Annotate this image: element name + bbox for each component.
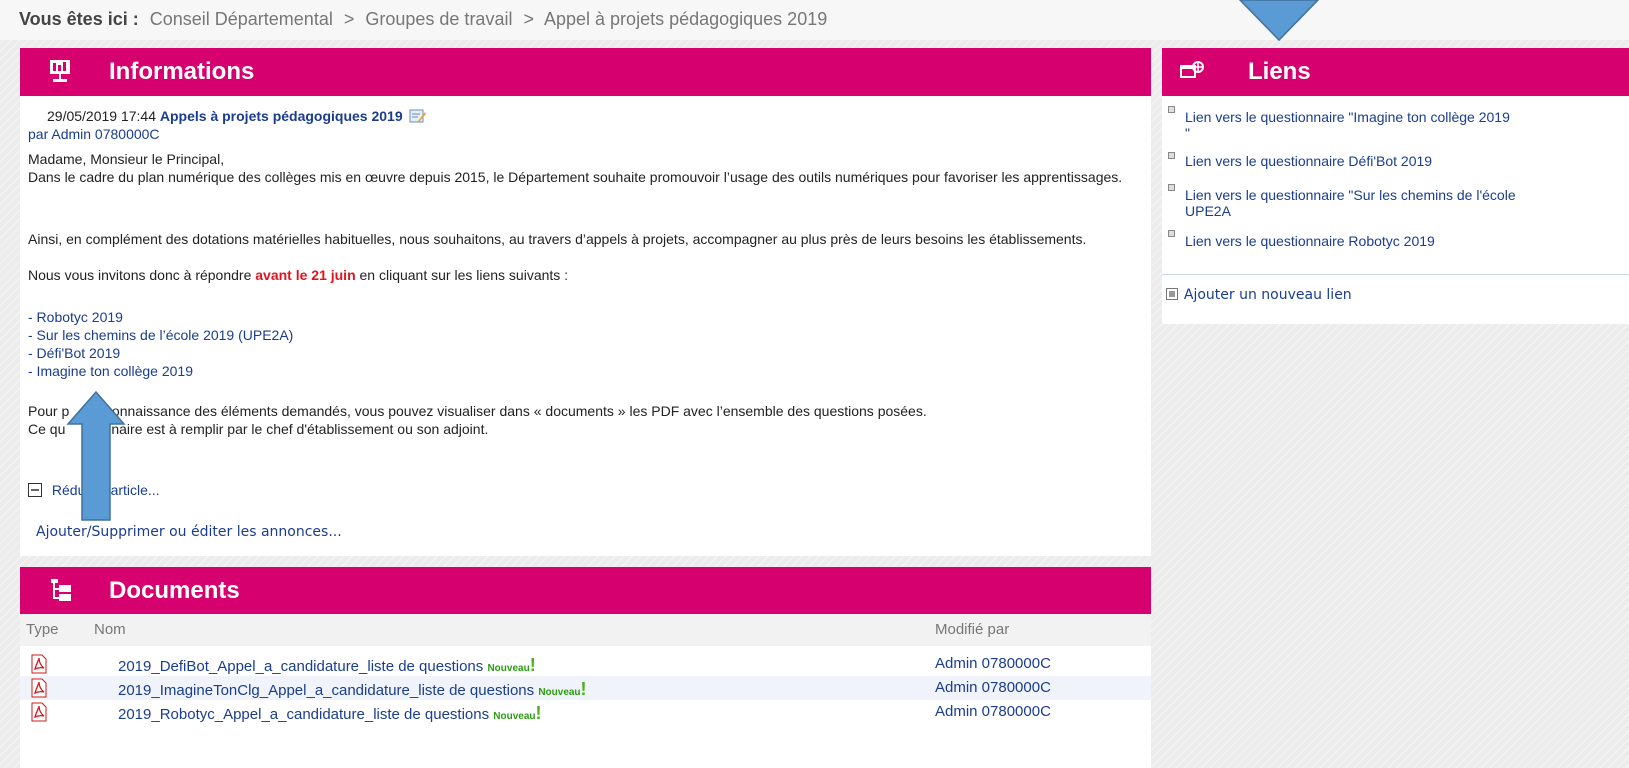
folder-tree-icon [50,577,72,612]
bullet-icon [1168,230,1175,237]
breadcrumb-separator: > [523,9,534,29]
article-text: Nous vous invitons donc à répondre [28,267,256,283]
column-header-nom[interactable]: Nom [94,621,126,638]
document-name-link[interactable]: 2019_Robotyc_Appel_a_candidature_liste d… [118,703,542,724]
breadcrumb-item[interactable]: Conseil Départemental [150,9,333,29]
minus-box-icon[interactable] [28,483,42,500]
lien-robotyc[interactable]: Lien vers le questionnaire Robotyc 2019 [1185,232,1435,250]
column-header-type[interactable]: Type [26,621,59,638]
liens-header: Liens [1162,48,1629,96]
article-text: Ce qu [28,421,66,437]
documents-title: Documents [109,577,240,604]
bullet-icon [1168,152,1175,159]
new-badge: Nouveau [538,687,581,698]
add-square-icon[interactable] [1166,287,1178,303]
article-paragraph: Nous vous invitons donc à répondre avant… [28,266,568,284]
document-name[interactable]: 2019_ImagineTonClg_Appel_a_candidature_l… [118,682,534,699]
breadcrumb-lead: Vous êtes ici : [19,9,139,29]
table-row[interactable]: 2019_Robotyc_Appel_a_candidature_liste d… [20,700,1151,724]
table-header: Type Nom Modifié par [20,614,1151,646]
project-link-chemins-ecole[interactable]: - Sur les chemins de l’école 2019 (UPE2A… [28,326,293,344]
new-badge: Nouveau [493,711,536,722]
article-greeting: Madame, Monsieur le Principal, [28,151,225,167]
lien-imagine-college[interactable]: Lien vers le questionnaire "Imagine ton … [1185,108,1510,126]
bullet-icon [1168,184,1175,191]
table-row[interactable]: 2019_ImagineTonClg_Appel_a_candidature_l… [20,676,1151,700]
article-title-link[interactable]: Appels à projets pédagogiques 2019 [160,108,403,124]
presentation-board-icon [48,59,72,92]
document-name[interactable]: 2019_Robotyc_Appel_a_candidature_liste d… [118,706,489,723]
article-paragraph: Ainsi, en complément des dotations matér… [28,231,1087,247]
lien-chemins-ecole-continued[interactable]: UPE2A [1185,202,1231,220]
article-paragraph: Dans le cadre du plan numérique des coll… [28,169,1123,185]
new-badge-icon: ! [580,679,587,699]
article-text: e connaissance des éléments demandés, vo… [93,403,927,419]
new-badge-icon: ! [535,703,542,723]
breadcrumb: Vous êtes ici : Conseil Départemental > … [0,0,1629,40]
document-modified-by[interactable]: Admin 0780000C [935,679,1051,696]
project-link-robotyc[interactable]: - Robotyc 2019 [28,308,123,326]
table-row[interactable]: 2019_DefiBot_Appel_a_candidature_liste d… [20,652,1151,676]
annotation-arrow-down-icon [1238,0,1320,42]
lien-imagine-college-continued[interactable]: " [1185,124,1190,142]
document-name[interactable]: 2019_DefiBot_Appel_a_candidature_liste d… [118,658,483,675]
article-text: Pour p [28,403,70,419]
edit-announcements-link[interactable]: Ajouter/Supprimer ou éditer les annonces… [36,524,342,540]
annotation-arrow-up-icon [66,390,126,521]
documents-header: Documents [20,567,1151,615]
new-badge: Nouveau [487,663,530,674]
new-badge-icon: ! [529,655,536,675]
informations-article: 29/05/2019 17:44 Appels à projets pédago… [20,96,1151,556]
breadcrumb-item[interactable]: Groupes de travail [365,9,512,29]
pdf-file-icon[interactable] [30,654,48,678]
article-text: naire est à remplir par le chef d'établi… [111,421,489,437]
document-name-link[interactable]: 2019_ImagineTonClg_Appel_a_candidature_l… [118,679,587,700]
add-link-row[interactable]: Ajouter un nouveau lien [1166,286,1352,303]
document-name-link[interactable]: 2019_DefiBot_Appel_a_candidature_liste d… [118,655,536,676]
project-link-defibot[interactable]: - Défi'Bot 2019 [28,344,120,362]
pdf-file-icon[interactable] [30,702,48,726]
edit-note-icon[interactable] [409,108,427,127]
article-paragraph: Pour p e connaissance des éléments demand… [28,402,927,420]
article-date: 29/05/2019 17:44 [47,108,156,124]
lien-defibot[interactable]: Lien vers le questionnaire Défi'Bot 2019 [1185,152,1432,170]
project-link-imagine-college[interactable]: - Imagine ton collège 2019 [28,362,193,380]
documents-table: Type Nom Modifié par 2019_DefiBot_Appel_… [20,614,1151,768]
liens-panel: Lien vers le questionnaire "Imagine ton … [1162,96,1629,324]
article-author[interactable]: par Admin 0780000C [28,126,160,142]
liens-title: Liens [1248,58,1311,85]
breadcrumb-item[interactable]: Appel à projets pédagogiques 2019 [544,9,827,29]
add-link-label[interactable]: Ajouter un nouveau lien [1184,287,1352,303]
breadcrumb-separator: > [343,9,355,29]
pdf-file-icon[interactable] [30,678,48,702]
deadline-highlight: avant le 21 juin [255,267,356,283]
link-globe-icon [1180,60,1206,89]
article-text: en cliquant sur les liens suivants : [355,267,569,283]
document-modified-by[interactable]: Admin 0780000C [935,655,1051,672]
column-header-modifie-par[interactable]: Modifié par [935,621,1009,638]
informations-title: Informations [109,58,255,85]
divider [1162,274,1629,275]
document-modified-by[interactable]: Admin 0780000C [935,703,1051,720]
bullet-icon [1168,106,1175,113]
informations-header: Informations [20,48,1151,96]
lien-chemins-ecole[interactable]: Lien vers le questionnaire "Sur les chem… [1185,186,1516,204]
